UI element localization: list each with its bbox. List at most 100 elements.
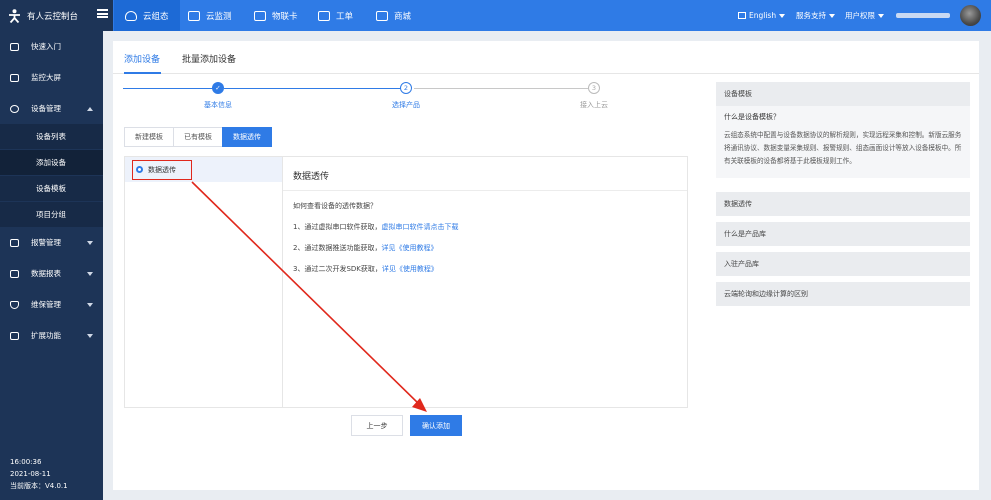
step-2-label: 选择产品 <box>392 101 420 109</box>
nav-label: 商城 <box>394 11 412 22</box>
tutorial-link[interactable]: 详见《使用教程》 <box>382 265 438 273</box>
sidebar-item-label: 数据报表 <box>31 269 61 278</box>
avatar[interactable] <box>960 5 981 26</box>
divider <box>283 190 687 191</box>
chevron-down-icon <box>829 13 835 18</box>
nav-cloud-config[interactable]: 云组态 <box>114 0 180 31</box>
support-dropdown[interactable]: 服务支持 <box>796 0 835 31</box>
help-header[interactable]: 设备模板 <box>716 82 970 106</box>
nav-work-order[interactable]: 工单 <box>318 0 353 31</box>
tab-add-device[interactable]: 添加设备 <box>124 52 160 65</box>
help-link-product-library[interactable]: 什么是产品库 <box>716 222 970 246</box>
step-line <box>414 88 588 89</box>
step-progress: ✓ 2 3 基本信息 选择产品 接入上云 <box>113 74 713 114</box>
subtab-new-template[interactable]: 新建模板 <box>124 127 174 147</box>
current-date: 2021-08-11 <box>10 470 51 478</box>
passthrough-info: 数据透传 如何查看设备的透传数据？ 1、通过虚拟串口软件获取，虚拟串口软件请点击… <box>283 157 687 407</box>
sidebar-item-label: 报警管理 <box>31 238 61 247</box>
brand-logo[interactable]: 有人云控制台 <box>0 0 113 31</box>
sidebar-sub-label: 设备模板 <box>36 184 66 193</box>
alarm-icon <box>10 238 19 247</box>
sidebar-item-bigscreen[interactable]: 监控大屏 <box>0 65 103 90</box>
confirm-add-button[interactable]: 确认添加 <box>410 415 462 436</box>
chevron-up-icon <box>87 107 93 111</box>
sim-card-icon <box>254 10 266 21</box>
sidebar-sub-label: 项目分组 <box>36 210 66 219</box>
sidebar-item-maintenance[interactable]: 维保管理 <box>0 292 103 317</box>
brand-name: 有人云控制台 <box>27 11 79 22</box>
sidebar-item-quickstart[interactable]: 快速入门 <box>0 34 103 59</box>
sidebar-sub-add-device[interactable]: 添加设备 <box>0 150 103 175</box>
step-line <box>224 88 406 89</box>
shop-icon <box>376 10 388 21</box>
monitor-icon <box>188 10 200 21</box>
sidebar-sub-device-list[interactable]: 设备列表 <box>0 124 103 149</box>
sidebar-item-label: 设备管理 <box>31 104 61 113</box>
version-label: 当前版本：V4.0.1 <box>10 482 68 490</box>
menu-toggle-icon[interactable] <box>97 9 108 18</box>
step-3-label: 接入上云 <box>580 101 608 109</box>
sidebar-item-alarm[interactable]: 报警管理 <box>0 230 103 255</box>
sidebar-sub-label: 设备列表 <box>36 132 66 141</box>
main-card: 添加设备 批量添加设备 ✓ 2 3 基本信息 选择产品 接入上云 新建模板 已有… <box>113 41 979 490</box>
step-2-indicator: 2 <box>400 82 412 94</box>
previous-step-button[interactable]: 上一步 <box>351 415 403 436</box>
permissions-dropdown[interactable]: 用户权限 <box>845 0 884 31</box>
step-line <box>123 88 216 89</box>
language-icon <box>738 12 746 19</box>
home-icon <box>10 42 19 51</box>
subtab-existing-template[interactable]: 已有模板 <box>173 127 223 147</box>
nav-label: 工单 <box>336 11 354 22</box>
sidebar-status: 16:00:36 2021-08-11 当前版本：V4.0.1 <box>10 456 68 492</box>
instruction-line-1: 1、通过虚拟串口软件获取，虚拟串口软件请点击下载 <box>293 222 458 232</box>
device-icon <box>10 104 19 113</box>
selection-panel: 数据透传 数据透传 如何查看设备的透传数据？ 1、通过虚拟串口软件获取，虚拟串口… <box>124 156 688 408</box>
nav-iot-card[interactable]: 物联卡 <box>254 0 298 31</box>
step-1-check-icon: ✓ <box>212 82 224 94</box>
screen-icon <box>10 73 19 82</box>
help-question: 什么是设备模板？ <box>724 113 780 121</box>
chevron-down-icon <box>87 272 93 276</box>
step-3-indicator: 3 <box>588 82 600 94</box>
sidebar-item-label: 监控大屏 <box>31 73 61 82</box>
sidebar-sub-device-template[interactable]: 设备模板 <box>0 176 103 201</box>
chevron-down-icon <box>87 303 93 307</box>
content-title: 数据透传 <box>293 172 330 182</box>
chevron-down-icon <box>87 241 93 245</box>
step-1-label: 基本信息 <box>204 101 232 109</box>
instruction-text: 1、通过虚拟串口软件获取， <box>293 223 382 231</box>
cloud-icon <box>125 10 137 21</box>
language-dropdown[interactable]: English <box>738 0 786 31</box>
nav-label: 云监测 <box>206 11 232 22</box>
help-link-passthrough[interactable]: 数据透传 <box>716 192 970 216</box>
username-redacted[interactable] <box>896 13 950 18</box>
top-bar: 有人云控制台 云组态 云监测 物联卡 工单 商城 English 服务支持 用户… <box>0 0 991 31</box>
sidebar-item-reports[interactable]: 数据报表 <box>0 261 103 286</box>
ticket-icon <box>318 10 330 21</box>
help-link-join-library[interactable]: 入驻产品库 <box>716 252 970 276</box>
help-link-polling-vs-edge[interactable]: 云端轮询和边缘计算的区别 <box>716 282 970 306</box>
sidebar-item-extensions[interactable]: 扩展功能 <box>0 323 103 348</box>
sidebar-item-label: 扩展功能 <box>31 331 61 340</box>
sidebar-item-device-management[interactable]: 设备管理 <box>0 96 103 121</box>
tutorial-link[interactable]: 详见《使用教程》 <box>381 244 437 252</box>
instruction-text: 2、通过数据推送功能获取， <box>293 244 382 252</box>
nav-cloud-monitor[interactable]: 云监测 <box>188 0 232 31</box>
instruction-line-2: 2、通过数据推送功能获取，详见《使用教程》 <box>293 243 437 253</box>
extend-icon <box>10 331 19 340</box>
brand-icon <box>9 8 20 23</box>
help-question: 如何查看设备的透传数据？ <box>293 202 377 210</box>
chevron-down-icon <box>87 334 93 338</box>
subtab-data-passthrough[interactable]: 数据透传 <box>222 127 272 147</box>
help-answer: 云组态系统中配置与设备数据协议的解析规则，实现远程采集和控制。新版云服务将通讯协… <box>724 131 962 165</box>
sidebar-item-label: 快速入门 <box>31 42 61 51</box>
tab-batch-add-device[interactable]: 批量添加设备 <box>182 52 236 65</box>
chevron-down-icon <box>878 13 884 18</box>
nav-label: 物联卡 <box>272 11 298 22</box>
support-label: 服务支持 <box>796 11 826 20</box>
current-time: 16:00:36 <box>10 458 42 466</box>
sidebar-sub-project-group[interactable]: 项目分组 <box>0 202 103 227</box>
nav-shop[interactable]: 商城 <box>376 0 411 31</box>
download-link[interactable]: 虚拟串口软件请点击下载 <box>381 223 458 231</box>
language-label: English <box>749 11 777 20</box>
